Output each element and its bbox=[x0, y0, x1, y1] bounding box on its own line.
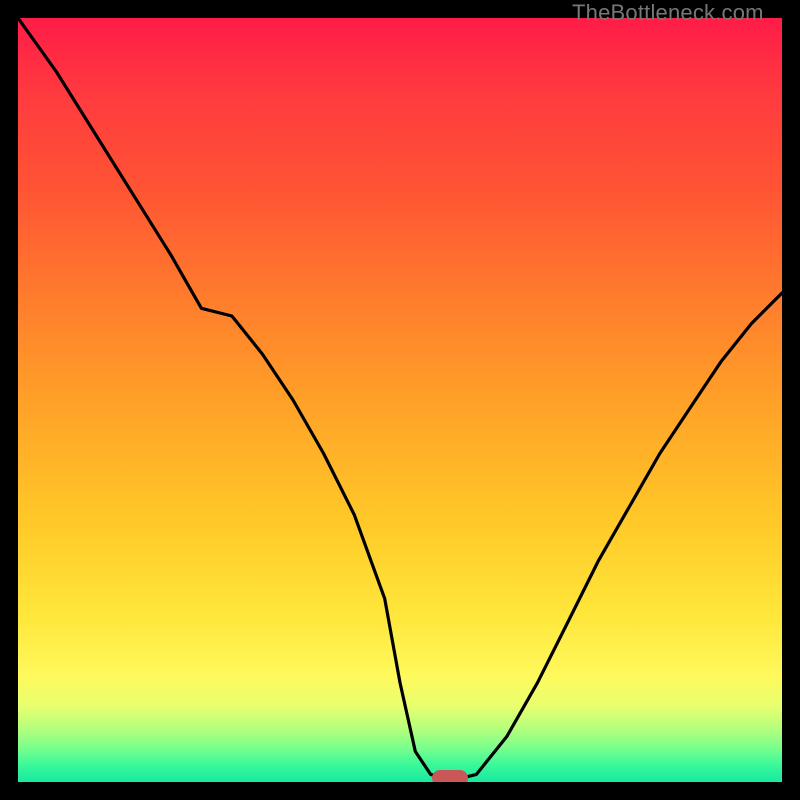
bottleneck-curve bbox=[18, 18, 782, 782]
chart-frame: TheBottleneck.com bbox=[0, 0, 800, 800]
plot-area bbox=[18, 18, 782, 782]
attribution-text: TheBottleneck.com bbox=[572, 0, 764, 26]
minimum-marker bbox=[432, 770, 468, 782]
